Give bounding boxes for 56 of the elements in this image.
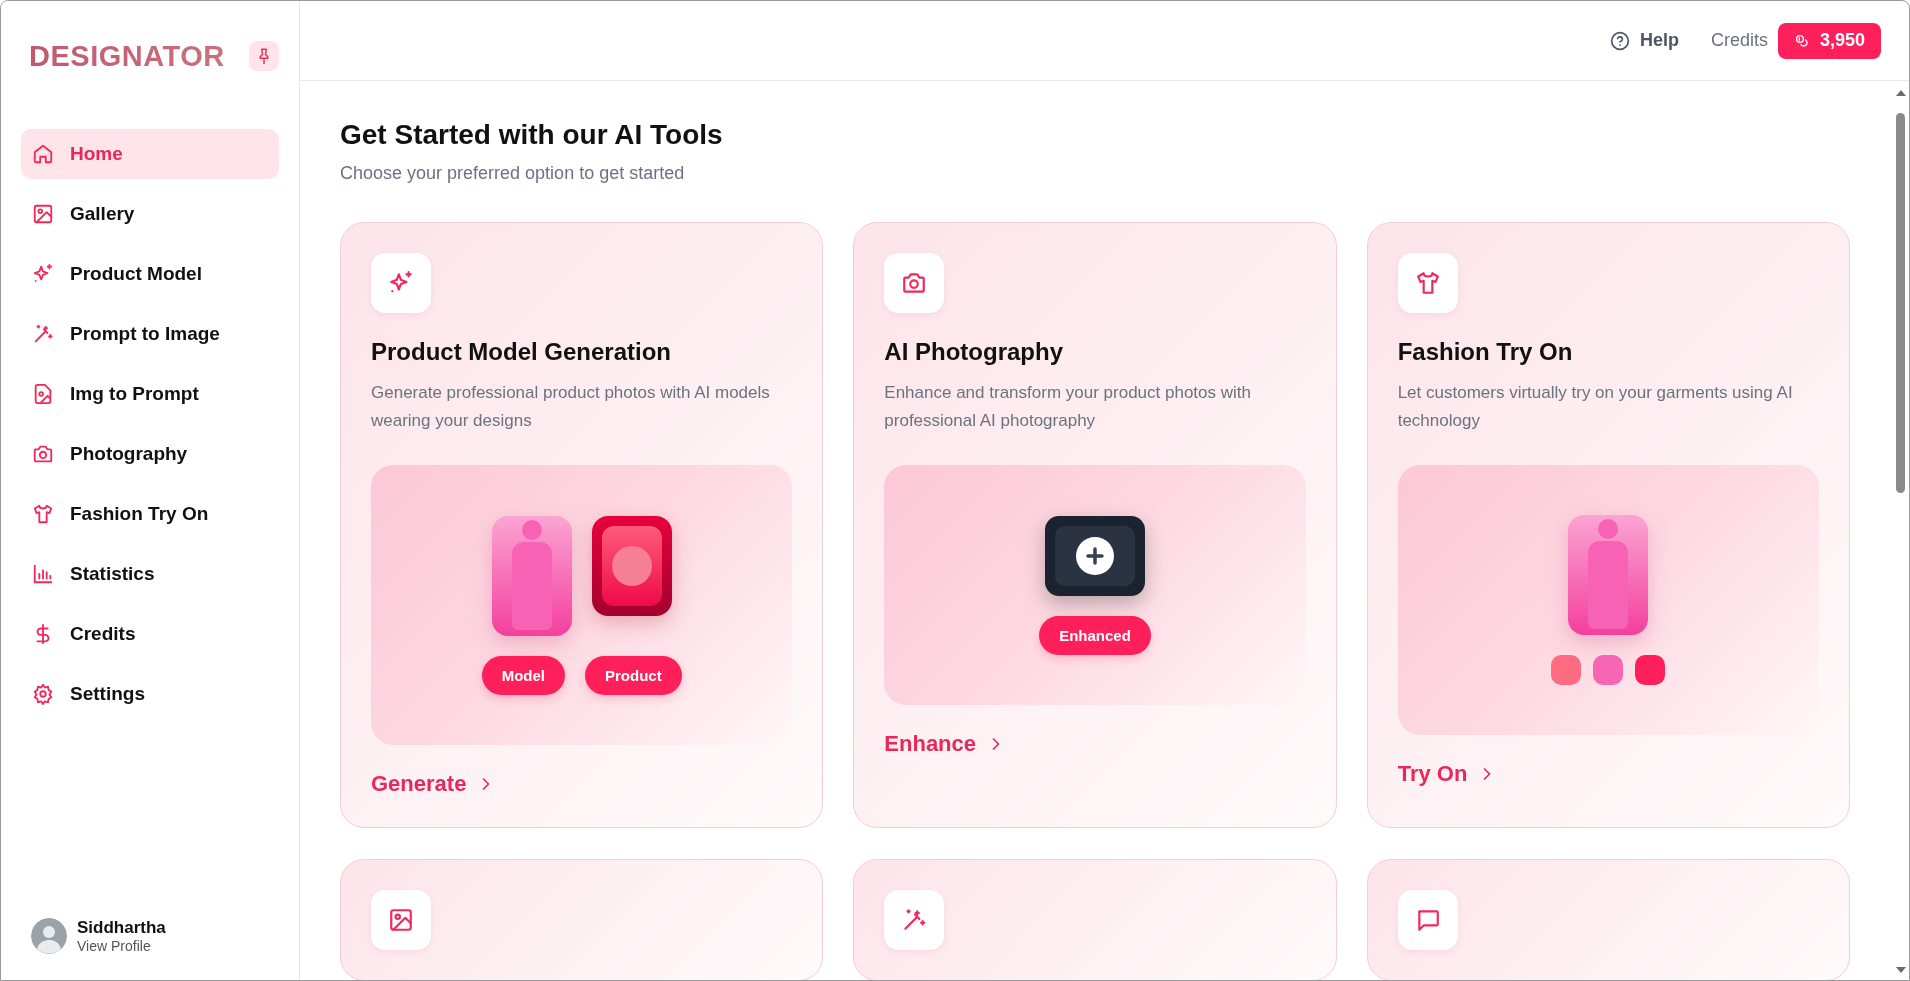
card-description: Generate professional product photos with AI models wearing your designs — [371, 382, 771, 432]
nav-item[interactable]: Home — [21, 129, 279, 179]
nav-item[interactable]: Photography — [21, 429, 279, 479]
label-chip: Product — [585, 655, 682, 695]
card-title: Product Model Generation — [371, 337, 673, 367]
camera-icon — [901, 270, 928, 296]
credits-button[interactable]: 3,950 — [1777, 22, 1881, 59]
card-link[interactable]: Try On — [1397, 761, 1498, 787]
camera-icon — [32, 443, 54, 465]
nav-item[interactable]: Img to Prompt — [21, 369, 279, 419]
page-title: Get Started with our AI Tools — [340, 118, 724, 152]
tool-card[interactable]: Product Model Generation Generate professional product photos with AI models wearing your designs Model Product Generate — [340, 222, 824, 828]
image-icon — [32, 203, 54, 225]
help-button[interactable]: Help — [1609, 30, 1679, 51]
nav-item[interactable]: Gallery — [21, 189, 279, 239]
image-file-icon — [32, 383, 54, 405]
card-description: Let customers virtually try on your garments using AI technology — [1397, 382, 1794, 432]
scrollbar-thumb[interactable] — [1896, 113, 1905, 493]
home-icon — [32, 143, 54, 165]
tool-card[interactable]: AI Photography Enhance and transform your product photos with professional AI photography Enhanced Enhance — [853, 222, 1337, 828]
label-chip: Model — [481, 655, 565, 695]
card-title: AI Photography — [884, 337, 1064, 367]
coins-icon — [1793, 32, 1810, 49]
nav-item[interactable]: Fashion Try On — [21, 489, 279, 539]
card-link[interactable]: Enhance — [884, 731, 1007, 757]
tool-card[interactable] — [1366, 859, 1850, 980]
tool-card[interactable] — [340, 859, 824, 980]
nav-item[interactable]: Statistics — [21, 549, 279, 599]
image-icon — [388, 907, 414, 933]
avatar-icon[interactable] — [31, 918, 67, 954]
page-subtitle: Choose your preferred option to get started — [340, 163, 686, 184]
shirt-icon — [32, 503, 54, 525]
magic-wand-icon — [901, 907, 928, 933]
label-chip: Enhanced — [1039, 615, 1151, 655]
card-description: Enhance and transform your product photos with professional AI photography — [884, 382, 1252, 432]
help-icon — [1609, 30, 1630, 51]
nav-item[interactable]: Prompt to Image — [21, 309, 279, 359]
view-profile-link[interactable]: View Profile — [77, 938, 166, 954]
color-swatch[interactable] — [1551, 655, 1582, 685]
nav-item[interactable]: Product Model — [21, 249, 279, 299]
profile-name: Siddhartha — [77, 918, 166, 938]
tool-card[interactable] — [853, 859, 1337, 980]
nav-item[interactable]: Credits — [21, 609, 279, 659]
card-title: Fashion Try On — [1397, 337, 1574, 367]
color-swatch[interactable] — [1635, 655, 1666, 685]
nav-item[interactable]: Settings — [21, 669, 279, 719]
credits-label: Credits — [1710, 30, 1768, 51]
sparkles-icon — [32, 263, 54, 285]
shirt-icon — [1414, 270, 1441, 296]
card-link[interactable]: Generate — [371, 771, 497, 797]
settings-icon — [32, 683, 54, 705]
tool-card[interactable]: Fashion Try On Let customers virtually try on your garments using AI technology Try On — [1366, 222, 1850, 828]
pin-button[interactable] — [249, 41, 279, 71]
bar-chart-icon — [32, 563, 54, 585]
color-swatch[interactable] — [1593, 655, 1624, 685]
magic-wand-icon — [32, 323, 54, 345]
